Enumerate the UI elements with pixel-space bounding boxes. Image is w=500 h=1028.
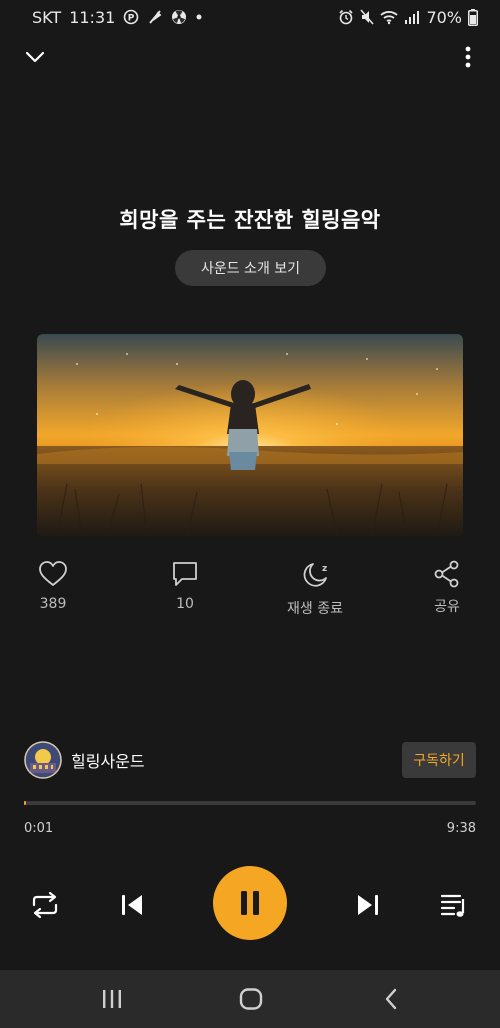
collapse-button[interactable] <box>22 44 48 70</box>
svg-text:z: z <box>322 564 327 574</box>
previous-button[interactable] <box>116 888 148 922</box>
sleep-timer-label: 재생 종료 <box>287 601 343 617</box>
home-button[interactable] <box>231 984 271 1014</box>
mute-icon <box>360 9 375 25</box>
status-bar: SKT 11:31 P 70% <box>0 0 500 34</box>
recents-button[interactable] <box>92 984 132 1014</box>
repeat-icon <box>32 891 58 919</box>
pause-icon <box>241 891 259 915</box>
comment-count: 10 <box>176 596 194 612</box>
queue-icon <box>440 894 465 917</box>
subscribe-button[interactable]: 구독하기 <box>402 742 476 778</box>
svg-text:P: P <box>128 14 135 24</box>
total-time: 9:38 <box>446 821 476 836</box>
comment-icon <box>173 562 197 586</box>
moon-icon: z <box>303 563 327 587</box>
back-icon <box>385 988 397 1010</box>
carrier: SKT <box>32 7 62 27</box>
current-time: 0:01 <box>24 821 54 836</box>
wifi-icon <box>380 9 399 25</box>
skip-next-icon <box>358 895 378 915</box>
more-options-button[interactable] <box>458 42 478 72</box>
home-icon <box>239 988 263 1010</box>
top-bar <box>0 38 500 78</box>
notification-feather-icon <box>147 9 163 25</box>
battery-percent: 70% <box>426 7 462 27</box>
battery-icon <box>468 8 478 26</box>
share-button[interactable]: 공유 <box>402 560 492 616</box>
queue-button[interactable] <box>437 888 471 922</box>
track-title: 희망을 주는 잔잔한 힐링음악 <box>119 208 381 232</box>
comment-button[interactable]: 10 <box>140 560 230 612</box>
back-button[interactable] <box>371 984 411 1014</box>
clock: 11:31 <box>69 7 116 27</box>
channel-row: 힐링사운드 구독하기 <box>24 740 476 780</box>
notification-radiation-icon <box>171 9 187 25</box>
recents-icon <box>103 990 121 1008</box>
progress-fill <box>24 801 26 805</box>
channel-name[interactable]: 힐링사운드 <box>71 748 145 772</box>
system-nav-bar <box>0 970 500 1028</box>
like-button[interactable]: 389 <box>8 560 98 612</box>
progress-bar[interactable] <box>24 801 476 805</box>
heart-icon <box>39 561 67 586</box>
skip-previous-icon <box>122 895 142 915</box>
chevron-down-icon <box>25 51 45 63</box>
sleep-timer-button[interactable]: z 재생 종료 <box>270 560 360 618</box>
share-icon <box>434 560 459 588</box>
about-sound-button[interactable]: 사운드 소개 보기 <box>175 250 326 286</box>
channel-avatar[interactable] <box>24 741 62 779</box>
action-row: 389 10 z 재생 종료 공유 <box>0 560 500 630</box>
notification-p-icon: P <box>123 9 139 25</box>
share-label: 공유 <box>434 599 460 615</box>
repeat-button[interactable] <box>28 888 62 922</box>
dot-icon <box>195 13 203 21</box>
more-vertical-icon <box>465 46 471 68</box>
album-artwork <box>37 334 463 536</box>
pause-button[interactable] <box>213 866 287 940</box>
like-count: 389 <box>39 596 67 612</box>
playback-controls <box>0 866 500 942</box>
alarm-icon <box>338 9 354 25</box>
signal-icon <box>404 9 420 25</box>
next-button[interactable] <box>352 888 384 922</box>
